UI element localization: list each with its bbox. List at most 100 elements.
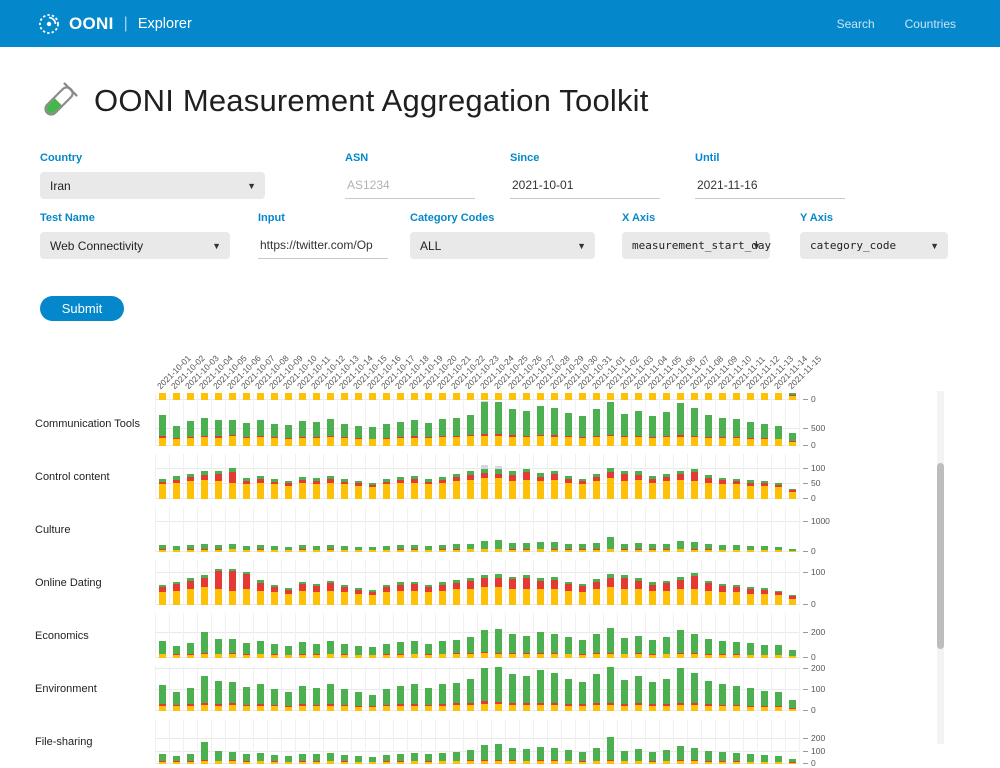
stacked-bar[interactable] [691, 542, 699, 552]
stacked-bar[interactable] [607, 667, 615, 711]
stacked-bar[interactable] [411, 393, 419, 400]
stacked-bar[interactable] [551, 634, 559, 658]
stacked-bar[interactable] [719, 545, 727, 552]
stacked-bar[interactable] [201, 632, 209, 658]
stacked-bar[interactable] [607, 628, 615, 659]
stacked-bar[interactable] [369, 695, 377, 711]
stacked-bar[interactable] [481, 668, 489, 711]
stacked-bar[interactable] [607, 537, 615, 552]
stacked-bar[interactable] [425, 585, 433, 605]
stacked-bar[interactable] [369, 547, 377, 552]
stacked-bar[interactable] [495, 402, 503, 446]
stacked-bar[interactable] [299, 545, 307, 552]
stacked-bar[interactable] [313, 478, 321, 499]
stacked-bar[interactable] [677, 393, 685, 400]
stacked-bar[interactable] [285, 692, 293, 711]
stacked-bar[interactable] [523, 749, 531, 764]
stacked-bar[interactable] [425, 644, 433, 658]
stacked-bar[interactable] [677, 471, 685, 499]
stacked-bar[interactable] [257, 476, 265, 499]
stacked-bar[interactable] [411, 641, 419, 658]
stacked-bar[interactable] [635, 636, 643, 658]
stacked-bar[interactable] [257, 580, 265, 605]
stacked-bar[interactable] [467, 544, 475, 552]
stacked-bar[interactable] [425, 423, 433, 446]
stacked-bar[interactable] [593, 634, 601, 658]
stacked-bar[interactable] [789, 433, 797, 446]
stacked-bar[interactable] [383, 546, 391, 552]
stacked-bar[interactable] [411, 420, 419, 446]
stacked-bar[interactable] [467, 471, 475, 499]
stacked-bar[interactable] [607, 393, 615, 400]
stacked-bar[interactable] [607, 574, 615, 605]
stacked-bar[interactable] [285, 588, 293, 605]
stacked-bar[interactable] [551, 748, 559, 764]
stacked-bar[interactable] [523, 469, 531, 499]
stacked-bar[interactable] [649, 416, 657, 446]
stacked-bar[interactable] [747, 587, 755, 605]
stacked-bar[interactable] [649, 393, 657, 400]
stacked-bar[interactable] [327, 641, 335, 658]
stacked-bar[interactable] [537, 473, 545, 499]
stacked-bar[interactable] [495, 667, 503, 711]
stacked-bar[interactable] [789, 595, 797, 605]
stacked-bar[interactable] [215, 420, 223, 446]
stacked-bar[interactable] [733, 393, 741, 400]
stacked-bar[interactable] [733, 686, 741, 711]
stacked-bar[interactable] [705, 393, 713, 400]
chart-scrollbar-track[interactable] [937, 391, 944, 744]
stacked-bar[interactable] [775, 591, 783, 605]
stacked-bar[interactable] [551, 542, 559, 552]
stacked-bar[interactable] [747, 754, 755, 764]
stacked-bar[interactable] [593, 393, 601, 400]
stacked-bar[interactable] [733, 642, 741, 658]
stacked-bar[interactable] [369, 483, 377, 499]
stacked-bar[interactable] [775, 547, 783, 552]
stacked-bar[interactable] [677, 746, 685, 764]
stacked-bar[interactable] [453, 418, 461, 446]
stacked-bar[interactable] [663, 412, 671, 446]
stacked-bar[interactable] [229, 682, 237, 711]
stacked-bar[interactable] [663, 474, 671, 500]
stacked-bar[interactable] [173, 692, 181, 711]
stacked-bar[interactable] [537, 578, 545, 605]
stacked-bar[interactable] [327, 393, 335, 400]
stacked-bar[interactable] [761, 424, 769, 446]
stacked-bar[interactable] [705, 475, 713, 499]
stacked-bar[interactable] [243, 572, 251, 605]
stacked-bar[interactable] [159, 545, 167, 552]
test-name-select[interactable]: Web Connectivity ▼ [40, 232, 230, 259]
stacked-bar[interactable] [439, 393, 447, 400]
stacked-bar[interactable] [159, 479, 167, 499]
stacked-bar[interactable] [411, 753, 419, 764]
stacked-bar[interactable] [691, 748, 699, 764]
stacked-bar[interactable] [383, 755, 391, 764]
stacked-bar[interactable] [439, 419, 447, 446]
stacked-bar[interactable] [481, 401, 489, 446]
stacked-bar[interactable] [579, 544, 587, 552]
stacked-bar[interactable] [355, 692, 363, 711]
stacked-bar[interactable] [411, 582, 419, 605]
stacked-bar[interactable] [453, 683, 461, 711]
stacked-bar[interactable] [369, 647, 377, 658]
stacked-bar[interactable] [285, 646, 293, 658]
stacked-bar[interactable] [509, 393, 517, 400]
stacked-bar[interactable] [201, 471, 209, 499]
stacked-bar[interactable] [481, 575, 489, 605]
stacked-bar[interactable] [579, 584, 587, 605]
stacked-bar[interactable] [649, 752, 657, 764]
stacked-bar[interactable] [579, 393, 587, 400]
stacked-bar[interactable] [453, 544, 461, 552]
stacked-bar[interactable] [313, 546, 321, 552]
stacked-bar[interactable] [159, 641, 167, 658]
stacked-bar[interactable] [285, 425, 293, 446]
stacked-bar[interactable] [201, 742, 209, 764]
stacked-bar[interactable] [229, 544, 237, 552]
stacked-bar[interactable] [747, 688, 755, 711]
stacked-bar[interactable] [677, 577, 685, 605]
stacked-bar[interactable] [635, 578, 643, 605]
stacked-bar[interactable] [187, 643, 195, 658]
stacked-bar[interactable] [551, 577, 559, 605]
stacked-bar[interactable] [341, 585, 349, 605]
stacked-bar[interactable] [565, 750, 573, 764]
